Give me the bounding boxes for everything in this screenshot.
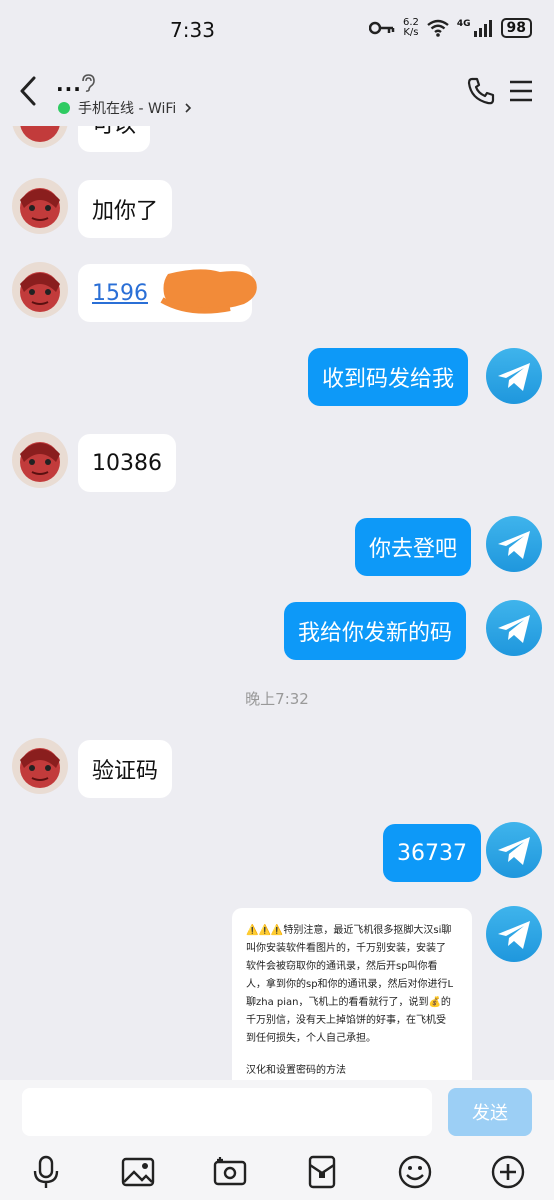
online-status[interactable]: 手机在线 - WiFi [58, 98, 192, 118]
telegram-plane-icon [498, 921, 530, 949]
input-bar: 发送 [0, 1080, 554, 1142]
network-type: 4G [456, 19, 471, 29]
network-speed-unit: K/s [403, 27, 419, 38]
signal-icon [473, 20, 492, 37]
chevron-right-icon [185, 103, 192, 113]
telegram-plane-icon [498, 615, 530, 643]
notice-line: 汉化和设置密码的方法 [246, 1065, 346, 1076]
message-bubble-left[interactable]: 验证码 [78, 740, 173, 798]
emoji-icon[interactable] [397, 1154, 433, 1190]
ear-icon [82, 74, 95, 92]
contact-avatar[interactable] [12, 126, 68, 148]
battery-indicator: 98 [500, 18, 532, 38]
message-timestamp: 晚上7:32 [245, 690, 309, 708]
notice-line: ⚠️⚠️⚠️特别注意，最近飞机很多抠脚大汉si聊 [246, 925, 452, 936]
telegram-plane-icon [498, 363, 530, 391]
message-text: 验证码 [92, 759, 159, 784]
status-icons: 6.2 K/s 4G 98 [368, 18, 532, 38]
plus-icon[interactable] [490, 1154, 526, 1190]
image-icon[interactable] [120, 1154, 156, 1190]
key-icon [368, 21, 395, 35]
message-text: 我给你发新的码 [298, 621, 453, 646]
message-text: 加你了 [92, 199, 159, 224]
back-arrow-icon[interactable] [14, 74, 44, 108]
message-text: 10386 [92, 450, 162, 476]
notice-line: 千万别信，没有天上掉馅饼的好事，在飞机受 [246, 1015, 446, 1026]
message-bubble-right[interactable]: 你去登吧 [355, 518, 472, 576]
message-text: 你去登吧 [369, 537, 458, 562]
chat-title[interactable]: ... [56, 72, 82, 96]
telegram-plane-icon [498, 531, 530, 559]
self-avatar[interactable] [486, 906, 542, 962]
phone-call-icon[interactable] [466, 76, 496, 106]
message-bubble-right[interactable]: 收到码发给我 [308, 348, 469, 406]
network-speed: 6.2 K/s [403, 18, 419, 38]
contact-avatar[interactable] [12, 178, 68, 234]
notice-line: 到任何损失，个人自己承担。 [246, 1033, 376, 1044]
status-time: 7:33 [170, 18, 215, 42]
contact-avatar[interactable] [12, 738, 68, 794]
message-bubble-left[interactable]: 10386 [78, 434, 176, 492]
wifi-icon [427, 19, 449, 37]
self-avatar[interactable] [486, 516, 542, 572]
red-packet-icon[interactable] [304, 1154, 340, 1190]
status-bar: 7:33 6.2 K/s 4G 98 [0, 0, 554, 60]
message-input[interactable] [22, 1088, 432, 1136]
self-avatar[interactable] [486, 348, 542, 404]
message-bubble-left[interactable]: 可以 [78, 126, 151, 152]
contact-avatar[interactable] [12, 262, 68, 318]
redaction-scribble [160, 269, 257, 314]
online-dot [58, 102, 70, 114]
telegram-plane-icon [498, 837, 530, 865]
online-status-text: 手机在线 - WiFi [78, 101, 177, 117]
chat-header: ... 手机在线 - WiFi [0, 60, 554, 126]
message-text: 收到码发给我 [322, 367, 455, 392]
notice-line [246, 1048, 458, 1062]
message-bubble-right[interactable]: 36737 [383, 824, 481, 882]
message-bubble-left[interactable]: 加你了 [78, 180, 173, 238]
microphone-icon[interactable] [28, 1154, 64, 1190]
message-text: 可以 [92, 126, 136, 139]
notice-line: 人，拿到你的sp和你的通讯录，然后对你进行L [246, 979, 454, 990]
input-toolbar [0, 1142, 554, 1200]
menu-icon[interactable] [508, 78, 534, 104]
message-bubble-right[interactable]: 我给你发新的码 [284, 602, 467, 660]
send-button[interactable]: 发送 [448, 1088, 532, 1136]
phone-number-link[interactable]: 1596 [92, 281, 148, 306]
contact-avatar[interactable] [12, 432, 68, 488]
self-avatar[interactable] [486, 600, 542, 656]
notice-line: 叫你安装软件看图片的，千万别安装，安装了 [246, 943, 446, 954]
self-avatar[interactable] [486, 822, 542, 878]
warning-notice-card[interactable]: ⚠️⚠️⚠️特别注意，最近飞机很多抠脚大汉si聊 叫你安装软件看图片的，千万别安… [232, 908, 472, 1080]
message-text: 36737 [397, 840, 467, 866]
camera-icon[interactable] [212, 1154, 248, 1190]
notice-line: 软件会被窃取你的通讯录，然后开sp叫你看 [246, 961, 438, 972]
notice-line: 聊zha pian，飞机上的看看就行了，说到💰的 [246, 997, 451, 1008]
